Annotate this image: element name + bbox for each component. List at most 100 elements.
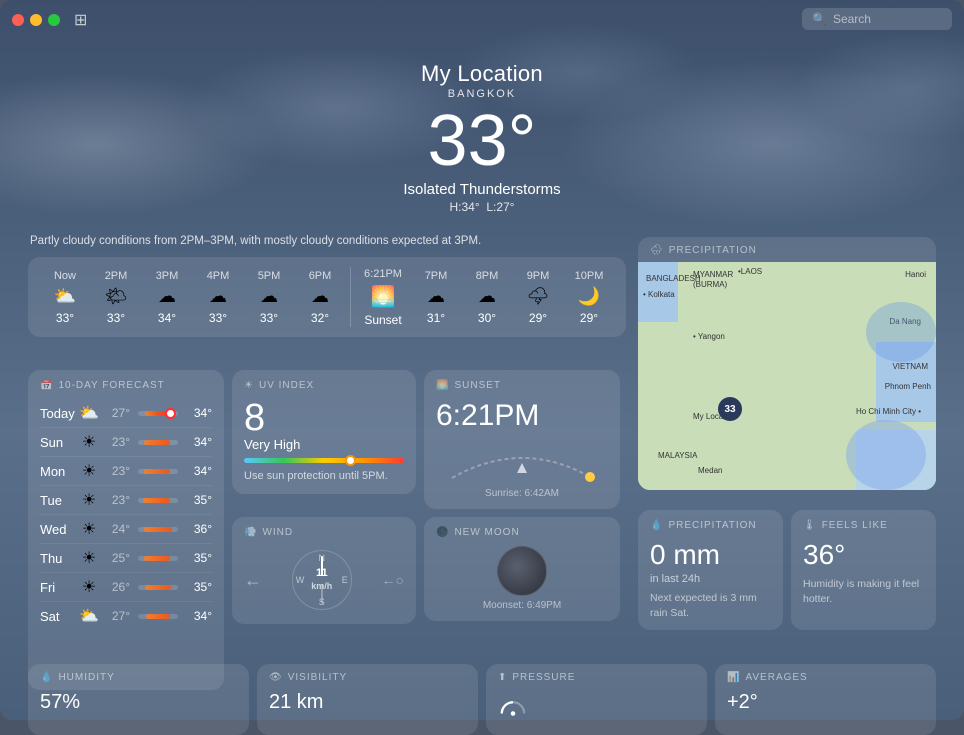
forecast-section: 📅 10-DAY FORECAST Today ⛅ 27° 34° Sun ☀ … <box>28 370 224 690</box>
averages-title: 📊 AVERAGES <box>727 672 924 683</box>
hourly-item-9pm: 9PM 🌩 29° <box>515 270 561 325</box>
forecast-row: Sun ☀ 23° 34° <box>40 428 212 457</box>
compass: N S E W 11 km/h <box>292 550 352 610</box>
hourly-item-5pm: 5PM ☁ 33° <box>246 270 292 325</box>
uv-title: ☀ UV INDEX <box>244 380 404 391</box>
visibility-value: 21 km <box>269 691 466 714</box>
forecast-low: 23° <box>104 493 130 507</box>
map-label-yangon: • Yangon <box>693 332 725 341</box>
forecast-icon: ☀ <box>78 461 100 481</box>
minimize-button[interactable] <box>30 14 42 26</box>
uv-bar <box>244 458 404 463</box>
precip-value: 0 mm <box>650 539 771 571</box>
humidity-value: 57% <box>40 691 237 714</box>
forecast-low: 23° <box>104 464 130 478</box>
forecast-day: Thu <box>40 551 74 566</box>
compass-e: E <box>342 575 348 585</box>
right-info-row1: 💧 PRECIPITATION 0 mm in last 24h Next ex… <box>638 510 936 630</box>
precip-map-header: 🌧 PRECIPITATION <box>638 237 936 262</box>
map-label-hcmc: Ho Chi Minh City • <box>856 407 921 416</box>
feels-like-card: 🌡 FEELS LIKE 36° Humidity is making it f… <box>791 510 936 630</box>
sunset-arc <box>436 433 608 483</box>
wind-arrow-right-icon: ←○ <box>382 572 404 588</box>
compass-needle-down <box>321 584 323 604</box>
precipitation-map-card: 🌧 PRECIPITATION BANGLADESH • Kolkata MYA… <box>638 237 936 490</box>
forecast-day: Sun <box>40 435 74 450</box>
hourly-item-3pm: 3PM ☁ 34° <box>144 270 190 325</box>
hourly-item-7pm: 7PM ☁ 31° <box>413 270 459 325</box>
map-label-laos: •LAOS <box>738 267 762 276</box>
map-label-kolkata: • Kolkata <box>643 290 675 299</box>
hero-section: My Location BANGKOK 33° Isolated Thunder… <box>0 40 964 235</box>
hourly-item-10pm: 10PM 🌙 29° <box>566 270 612 325</box>
forecast-icon: ☀ <box>78 548 100 568</box>
bottom-cards-row: 💧 HUMIDITY 57% 👁 VISIBILITY 21 km ⬆ PRES… <box>28 664 936 735</box>
map-label-vietnam: VIETNAM <box>892 362 928 371</box>
precip-note: Next expected is 3 mm rain Sat. <box>650 591 771 620</box>
hero-condition: Isolated Thunderstorms <box>403 181 560 198</box>
hourly-divider <box>350 267 351 327</box>
hero-location: My Location <box>421 61 543 87</box>
sunset-card: 🌅 SUNSET 6:21PM Sunrise: 6:42AM <box>424 370 620 509</box>
humidity-title: 💧 HUMIDITY <box>40 672 237 683</box>
hourly-label-now: Now <box>54 270 76 282</box>
forecast-low: 25° <box>104 551 130 565</box>
forecast-low: 27° <box>104 406 130 420</box>
titlebar: ⊞ 🔍 Search <box>0 0 964 40</box>
map-location-dot: 33 <box>718 397 742 421</box>
hourly-item-6pm: 6PM ☁ 32° <box>297 270 343 325</box>
forecast-row: Sat ⛅ 27° 34° <box>40 602 212 630</box>
calendar-icon: 📅 <box>40 380 53 391</box>
precip-info-card: 💧 PRECIPITATION 0 mm in last 24h Next ex… <box>638 510 783 630</box>
pressure-value <box>498 691 695 727</box>
forecast-day: Today <box>40 406 74 421</box>
maximize-button[interactable] <box>48 14 60 26</box>
forecast-day: Sat <box>40 609 74 624</box>
forecast-high: 35° <box>186 493 212 507</box>
sunrise-label: Sunrise: 6:42AM <box>436 488 608 499</box>
precip-info-title: 💧 PRECIPITATION <box>650 520 771 531</box>
moon-icon: 🌑 <box>436 527 449 538</box>
uv-description: Use sun protection until 5PM. <box>244 469 404 484</box>
forecast-row: Mon ☀ 23° 34° <box>40 457 212 486</box>
forecast-low: 27° <box>104 609 130 623</box>
map-label-burma: (BURMA) <box>693 280 727 289</box>
search-bar[interactable]: 🔍 Search <box>802 8 952 30</box>
hourly-item-4pm: 4PM ☁ 33° <box>195 270 241 325</box>
wind-arrow-left-icon: ← <box>244 570 262 591</box>
sunset-title: 🌅 SUNSET <box>436 380 608 391</box>
search-placeholder: Search <box>833 12 871 26</box>
forecast-day: Mon <box>40 464 74 479</box>
sun-icon: ☀ <box>244 380 254 391</box>
uv-bar-indicator <box>345 455 356 466</box>
thermometer-icon: 🌡 <box>803 520 817 531</box>
forecast-high: 34° <box>186 464 212 478</box>
compass-needle-up <box>321 556 323 576</box>
uv-label: Very High <box>244 437 404 452</box>
wind-title: 💨 WIND <box>244 527 404 538</box>
forecast-high: 35° <box>186 580 212 594</box>
hero-city: BANGKOK <box>448 88 516 100</box>
sidebar-toggle-icon[interactable]: ⊞ <box>74 10 87 30</box>
close-button[interactable] <box>12 14 24 26</box>
forecast-title: 📅 10-DAY FORECAST <box>40 380 212 391</box>
chart-icon: 📊 <box>727 672 740 683</box>
hero-highlow: H:34° L:27° <box>450 200 515 214</box>
map-label-hanoi: Hanoi <box>905 270 926 279</box>
eye-icon: 👁 <box>269 672 283 683</box>
forecast-row: Today ⛅ 27° 34° <box>40 399 212 428</box>
humidity-icon: 💧 <box>40 672 53 683</box>
forecast-icon: ☀ <box>78 519 100 539</box>
precip-icon: 🌧 <box>650 245 664 256</box>
forecast-low: 24° <box>104 522 130 536</box>
visibility-title: 👁 VISIBILITY <box>269 672 466 683</box>
forecast-icon: ⛅ <box>78 403 100 423</box>
hourly-icon-now: ⛅ <box>54 286 76 307</box>
uv-section: ☀ UV INDEX 8 Very High Use sun protectio… <box>232 370 416 494</box>
drop-icon: 💧 <box>650 520 663 531</box>
forecast-high: 34° <box>186 435 212 449</box>
precip-map-image[interactable]: BANGLADESH • Kolkata MYANMAR (BURMA) •LA… <box>638 262 936 490</box>
averages-card: 📊 AVERAGES +2° <box>715 664 936 735</box>
hourly-forecast: Now ⛅ 33° 2PM 🌤 33° 3PM ☁ 34° 4PM ☁ 33° … <box>28 257 626 337</box>
humidity-card: 💧 HUMIDITY 57% <box>28 664 249 735</box>
